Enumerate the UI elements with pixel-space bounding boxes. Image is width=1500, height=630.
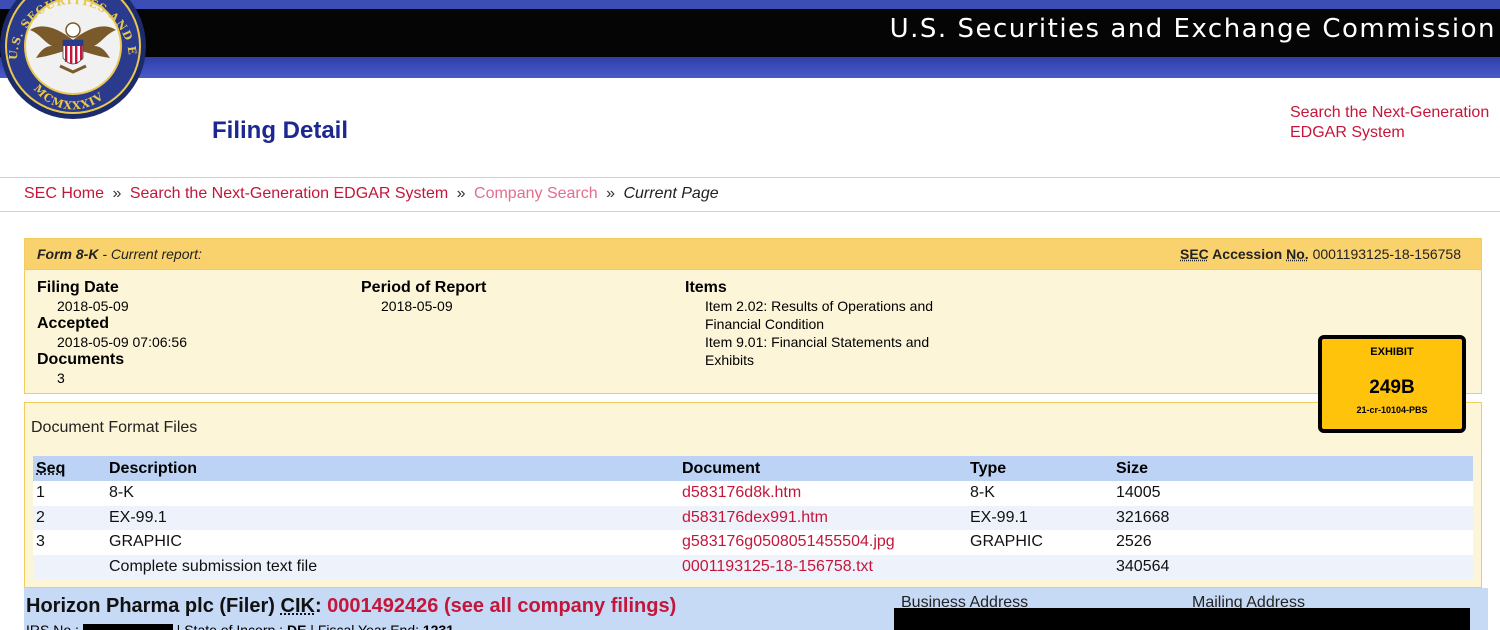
company-name: Horizon Pharma plc (Filer) (26, 595, 275, 617)
cell-description: Complete submission text file (106, 554, 679, 579)
document-link[interactable]: g583176g0508051455504.jpg (679, 530, 967, 555)
table-row: 3 GRAPHIC g583176g0508051455504.jpg GRAP… (33, 530, 1473, 555)
breadcrumb-separator: » (112, 185, 122, 202)
breadcrumb-separator: » (456, 185, 466, 202)
breadcrumb-sec-home-link[interactable]: SEC Home (24, 185, 104, 202)
filing-dates-column: Filing Date 2018-05-09 Accepted 2018-05-… (37, 279, 187, 387)
document-files-table: Seq Description Document Type Size 1 8-K… (33, 456, 1473, 579)
cell-size: 14005 (1113, 481, 1473, 506)
document-format-files-box: Document Format Files Seq Description Do… (24, 402, 1482, 588)
cell-size: 321668 (1113, 505, 1473, 530)
cell-description: 8-K (106, 481, 679, 506)
exhibit-case-number: 21-cr-10104-PBS (1356, 405, 1428, 415)
accession-label: Accession (1212, 246, 1283, 262)
period-column: Period of Report 2018-05-09 (361, 279, 486, 315)
item-line: Exhibits (705, 352, 755, 368)
cell-seq: 1 (33, 481, 106, 506)
exhibit-number: 249B (1369, 377, 1415, 398)
banner-title: U.S. Securities and Exchange Commission (889, 14, 1496, 44)
company-name-line: Horizon Pharma plc (Filer) CIK: 00014924… (26, 595, 677, 617)
form-description: - Current report: (98, 246, 202, 262)
accession-value: 0001193125-18-156758 (1312, 246, 1461, 262)
state-label: State of Incorp.: (184, 622, 284, 630)
document-link[interactable]: d583176d8k.htm (679, 481, 967, 506)
period-of-report-value: 2018-05-09 (381, 298, 453, 314)
document-link[interactable]: 0001193125-18-156758.txt (679, 554, 967, 579)
next-gen-edgar-link[interactable]: Search the Next-Generation EDGAR System (1290, 103, 1500, 143)
fiscal-year-value: 1231 (422, 622, 455, 630)
items-column: Items Item 2.02: Results of Operations a… (685, 279, 933, 369)
banner-stripe-bottom (0, 57, 1500, 78)
form-name: Form 8-K - Current report: (37, 246, 202, 262)
cell-type: 8-K (967, 481, 1113, 506)
cell-seq: 2 (33, 505, 106, 530)
period-of-report-label: Period of Report (361, 279, 487, 296)
company-info-strip: Horizon Pharma plc (Filer) CIK: 00014924… (24, 588, 1488, 630)
breadcrumb-company-search-link[interactable]: Company Search (474, 185, 598, 202)
state-value: DE (286, 622, 307, 630)
cell-type: GRAPHIC (967, 530, 1113, 555)
sec-seal-logo[interactable]: U.S. SECURITIES AND EXCHANGE COMMISSION … (0, 0, 160, 120)
document-format-files-title: Document Format Files (31, 419, 198, 436)
redacted-address-block (894, 608, 1470, 630)
cell-seq (33, 554, 106, 579)
column-header-description: Description (106, 456, 679, 481)
divider (0, 211, 1500, 212)
filing-date-label: Filing Date (37, 279, 119, 296)
banner-stripe-top (0, 0, 1500, 9)
exhibit-label: EXHIBIT (1370, 346, 1414, 358)
item-line: Financial Condition (705, 316, 825, 332)
divider (0, 177, 1500, 178)
filing-date-value: 2018-05-09 (57, 298, 129, 314)
cell-description: EX-99.1 (106, 505, 679, 530)
cell-type (967, 554, 1113, 579)
form-info-box: Form 8-K - Current report: SEC Accession… (24, 238, 1482, 394)
exhibit-sticker: EXHIBIT 249B 21-cr-10104-PBS (1318, 335, 1466, 433)
item-line: Item 9.01: Financial Statements and (705, 334, 930, 350)
irs-label: IRS No.: (26, 622, 79, 630)
breadcrumb-current-page: Current Page (623, 185, 719, 202)
table-row: 1 8-K d583176d8k.htm 8-K 14005 (33, 481, 1473, 506)
sec-abbr: SEC (1180, 246, 1209, 262)
item-line: Item 2.02: Results of Operations and (705, 298, 934, 314)
items-label: Items (685, 279, 727, 296)
cik-abbr: CIK (280, 595, 315, 617)
form-type: Form 8-K (37, 246, 99, 262)
fiscal-year-label: Fiscal Year End: (317, 622, 419, 630)
redacted-block (82, 624, 173, 630)
form-info-header: Form 8-K - Current report: SEC Accession… (25, 239, 1481, 270)
breadcrumb-separator: » (606, 185, 615, 202)
column-header-seq: Seq (33, 456, 106, 481)
number-abbr: No. (1286, 246, 1309, 262)
page-title: Filing Detail (212, 117, 349, 144)
accepted-value: 2018-05-09 07:06:56 (57, 334, 187, 350)
cell-size: 340564 (1113, 554, 1473, 579)
column-header-size: Size (1113, 456, 1473, 481)
document-link[interactable]: d583176dex991.htm (679, 505, 967, 530)
table-header-row: Seq Description Document Type Size (33, 456, 1473, 481)
table-row: 2 EX-99.1 d583176dex991.htm EX-99.1 3216… (33, 505, 1473, 530)
cell-size: 2526 (1113, 530, 1473, 555)
seq-abbr: Seq (36, 459, 66, 477)
table-row: Complete submission text file 0001193125… (33, 554, 1473, 579)
cell-type: EX-99.1 (967, 505, 1113, 530)
header-banner: U.S. Securities and Exchange Commission (0, 0, 1500, 80)
column-header-type: Type (967, 456, 1113, 481)
cell-description: GRAPHIC (106, 530, 679, 555)
breadcrumb-edgar-search-link[interactable]: Search the Next-Generation EDGAR System (130, 185, 448, 202)
company-filings-link[interactable]: 0001492426 (see all company filings) (327, 595, 676, 617)
column-header-document: Document (679, 456, 967, 481)
cell-seq: 3 (33, 530, 106, 555)
documents-value: 3 (57, 370, 65, 386)
accession-number: SEC Accession No. 0001193125-18-156758 (1180, 246, 1461, 262)
accepted-label: Accepted (37, 315, 110, 332)
company-details-line: IRS No.: | State of Incorp.: DE | Fiscal… (26, 622, 454, 630)
documents-label: Documents (37, 351, 125, 368)
breadcrumb: SEC Home » Search the Next-Generation ED… (24, 185, 719, 203)
